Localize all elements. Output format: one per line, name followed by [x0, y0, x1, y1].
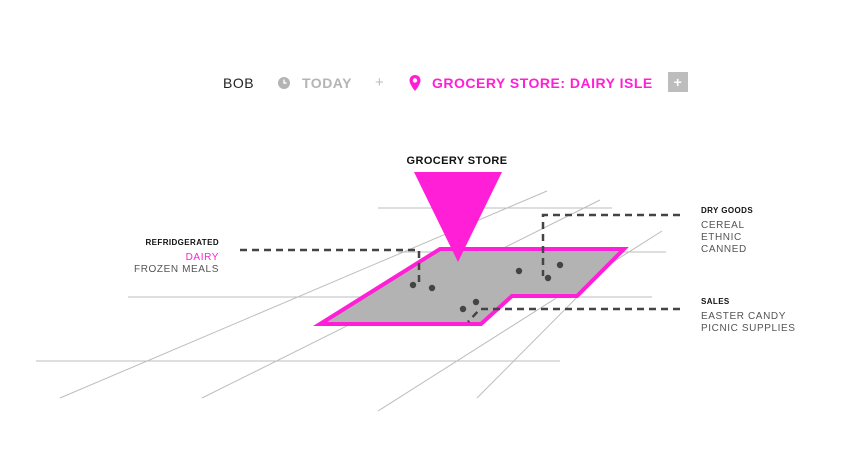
section-heading-sales: SALES — [701, 297, 730, 306]
floor-grid — [36, 190, 666, 412]
section-item-picnic-supplies[interactable]: PICNIC SUPPLIES — [701, 322, 796, 335]
section-item-canned[interactable]: CANNED — [701, 243, 747, 256]
section-heading-dry-goods: DRY GOODS — [701, 206, 754, 215]
section-heading-refrigerated: REFRIDGERATED — [145, 238, 219, 247]
map-title: GROCERY STORE — [406, 155, 508, 167]
section-item-frozen-meals[interactable]: FROZEN MEALS — [100, 263, 219, 276]
dairy-aisle-area[interactable] — [313, 247, 629, 326]
